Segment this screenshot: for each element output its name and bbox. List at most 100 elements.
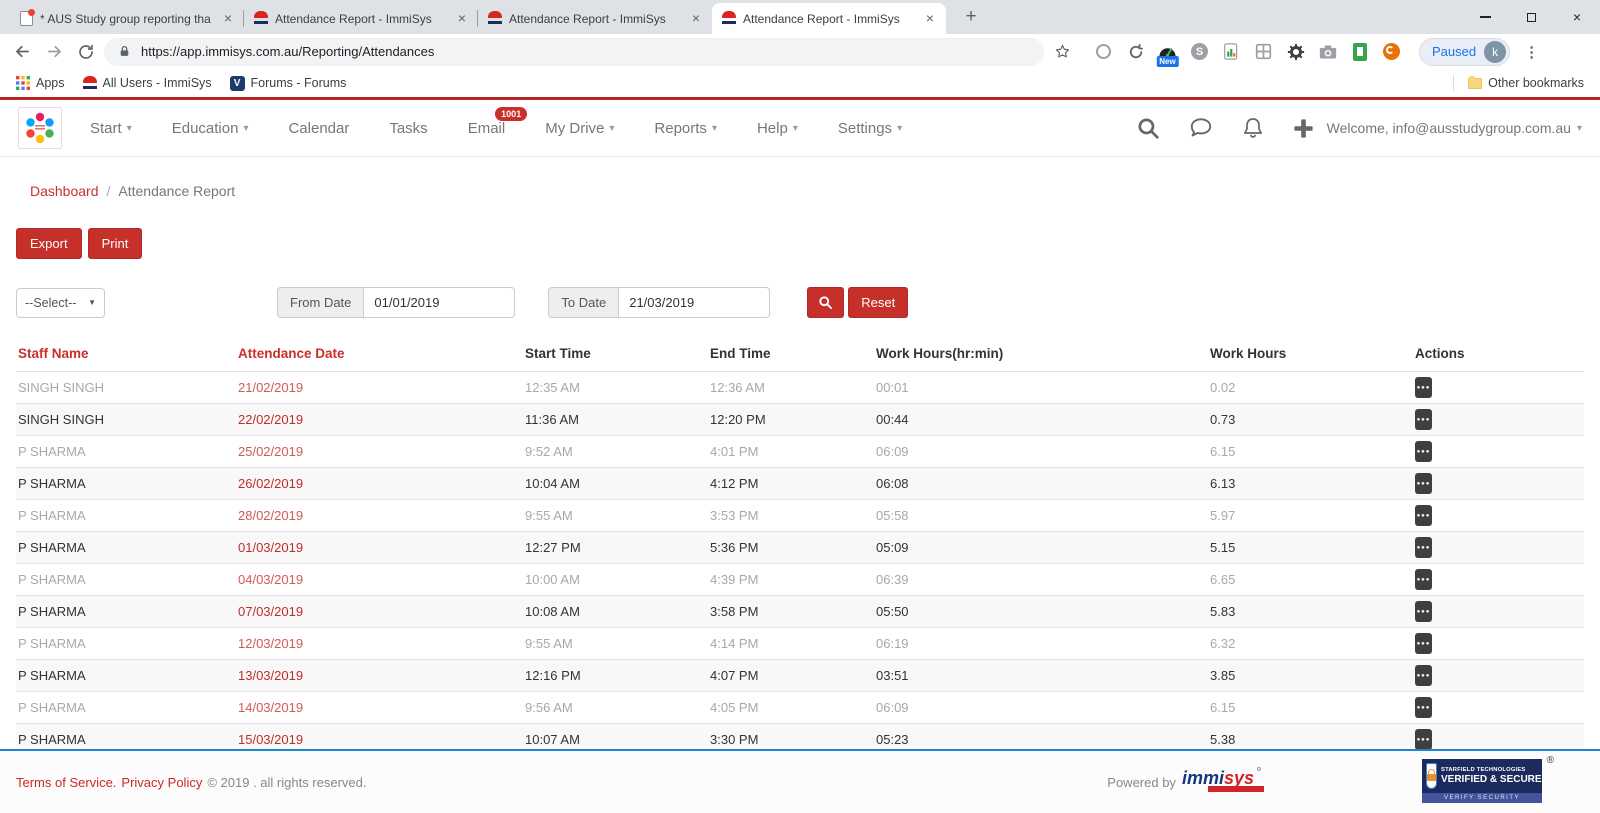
bell-icon[interactable] [1241, 115, 1265, 141]
end-time-cell: 12:20 PM [708, 404, 874, 436]
browser-tab-1[interactable]: * AUS Study group reporting tha × [10, 3, 244, 34]
row-actions-button[interactable]: ●●● [1415, 601, 1432, 622]
work-hours-hrmin-cell: 06:19 [874, 628, 1208, 660]
header-attendance-date[interactable]: Attendance Date [236, 340, 523, 372]
verified-secured-seal[interactable]: ® STARFIELD TECHNOLOGIES VERIFIED & SECU… [1422, 759, 1542, 803]
print-button[interactable]: Print [88, 228, 143, 259]
row-actions-button[interactable]: ●●● [1415, 537, 1432, 558]
nav-item-tasks[interactable]: Tasks [389, 120, 427, 137]
row-actions-button[interactable]: ●●● [1415, 505, 1432, 526]
ellipsis-icon: ●●● [1417, 545, 1431, 551]
web-clipper-extension-icon[interactable] [1222, 42, 1241, 61]
staff-select-dropdown[interactable]: --Select-- ▼ [16, 288, 105, 318]
seal-verify-security: VERIFY SECURITY [1422, 793, 1542, 803]
row-actions-button[interactable]: ●●● [1415, 697, 1432, 718]
camera-extension-icon[interactable] [1318, 42, 1337, 61]
forward-button[interactable] [40, 38, 68, 66]
actions-cell: ●●● [1413, 692, 1584, 724]
gear-extension-icon[interactable] [1286, 42, 1305, 61]
ellipsis-icon: ●●● [1417, 449, 1431, 455]
nav-item-email[interactable]: 1001 Email [468, 120, 506, 137]
reset-button[interactable]: Reset [848, 287, 908, 318]
table-row: P SHARMA12/03/20199:55 AM4:14 PM06:196.3… [16, 628, 1584, 660]
new-tab-button[interactable]: + [958, 6, 984, 28]
row-actions-button[interactable]: ●●● [1415, 473, 1432, 494]
nav-item-calendar[interactable]: Calendar [288, 120, 349, 137]
search-icon[interactable] [1136, 116, 1161, 141]
staff-name-cell: P SHARMA [16, 564, 236, 596]
chat-icon[interactable] [1188, 115, 1214, 141]
back-button[interactable] [8, 38, 36, 66]
work-hours-cell: 5.15 [1208, 532, 1413, 564]
row-actions-button[interactable]: ●●● [1415, 441, 1432, 462]
dropdown-arrow-icon: ▼ [88, 298, 96, 307]
tab-close-icon[interactable]: × [454, 11, 470, 27]
browser-tab-2[interactable]: Attendance Report - ImmiSys × [244, 3, 478, 34]
url-bar[interactable]: https://app.immisys.com.au/Reporting/Att… [104, 38, 1044, 66]
recycle-extension-icon[interactable] [1126, 42, 1145, 61]
plus-icon[interactable] [1292, 117, 1315, 140]
window-minimize-button[interactable] [1462, 0, 1508, 34]
browser-tab-4-active[interactable]: Attendance Report - ImmiSys × [712, 3, 946, 34]
grid-extension-icon[interactable] [1254, 42, 1273, 61]
row-actions-button[interactable]: ●●● [1415, 377, 1432, 398]
speed-gauge-extension-icon[interactable]: New [1158, 42, 1177, 61]
phone-extension-icon[interactable] [1350, 42, 1369, 61]
tab-close-icon[interactable]: × [688, 11, 704, 27]
row-actions-button[interactable]: ●●● [1415, 569, 1432, 590]
from-date-input[interactable] [363, 287, 515, 318]
nav-item-label: Email [468, 120, 506, 137]
nav-item-start[interactable]: Start ▾ [90, 120, 132, 137]
row-actions-button[interactable]: ●●● [1415, 633, 1432, 654]
other-bookmarks-button[interactable]: Other bookmarks [1462, 74, 1590, 92]
nav-item-settings[interactable]: Settings ▾ [838, 120, 902, 137]
end-time-cell: 4:12 PM [708, 468, 874, 500]
immisys-favicon [83, 76, 97, 91]
start-time-cell: 9:52 AM [523, 436, 708, 468]
nav-right-icons [1136, 115, 1315, 141]
tab-close-icon[interactable]: × [220, 11, 236, 27]
welcome-user-menu[interactable]: Welcome, info@ausstudygroup.com.au ▾ [1327, 120, 1582, 136]
nav-item-education[interactable]: Education ▾ [172, 120, 249, 137]
nav-item-reports[interactable]: Reports ▾ [654, 120, 717, 137]
ellipsis-icon: ●●● [1417, 641, 1431, 647]
refresh-button[interactable] [72, 38, 100, 66]
row-actions-button[interactable]: ●●● [1415, 409, 1432, 430]
to-date-input[interactable] [618, 287, 770, 318]
skype-extension-icon[interactable]: S [1190, 42, 1209, 61]
circle-extension-icon[interactable] [1094, 42, 1113, 61]
orange-extension-icon[interactable] [1382, 42, 1401, 61]
bookmark-star-button[interactable] [1048, 38, 1076, 66]
staff-name-cell: P SHARMA [16, 436, 236, 468]
terms-of-service-link[interactable]: Terms of Service. [16, 775, 116, 790]
actions-cell: ●●● [1413, 500, 1584, 532]
nav-item-my-drive[interactable]: My Drive ▾ [545, 120, 614, 137]
table-row: P SHARMA14/03/20199:56 AM4:05 PM06:096.1… [16, 692, 1584, 724]
export-button[interactable]: Export [16, 228, 82, 259]
aus-study-group-logo[interactable] [18, 107, 62, 149]
attendance-date-cell: 04/03/2019 [236, 564, 523, 596]
bookmark-apps[interactable]: Apps [10, 74, 71, 92]
staff-name-cell: P SHARMA [16, 500, 236, 532]
browser-profile-button[interactable]: Paused k [1419, 38, 1510, 66]
work-hours-hrmin-cell: 06:09 [874, 436, 1208, 468]
row-actions-button[interactable]: ●●● [1415, 729, 1432, 750]
window-close-button[interactable]: × [1554, 0, 1600, 34]
search-button[interactable] [807, 287, 844, 318]
tab-close-icon[interactable]: × [922, 11, 938, 27]
work-hours-hrmin-cell: 00:44 [874, 404, 1208, 436]
bookmark-forums[interactable]: V Forums - Forums [224, 74, 353, 93]
header-staff-name[interactable]: Staff Name [16, 340, 236, 372]
browser-tab-3[interactable]: Attendance Report - ImmiSys × [478, 3, 712, 34]
privacy-policy-link[interactable]: Privacy Policy [121, 775, 202, 790]
immisys-favicon [254, 11, 268, 26]
browser-menu-button[interactable]: ⋮ [1524, 43, 1539, 61]
email-count-badge: 1001 [495, 107, 527, 121]
breadcrumb-dashboard-link[interactable]: Dashboard [30, 183, 99, 199]
row-actions-button[interactable]: ●●● [1415, 665, 1432, 686]
bookmarks-divider [1453, 75, 1454, 91]
bookmark-all-users[interactable]: All Users - ImmiSys [77, 74, 218, 93]
window-restore-button[interactable] [1508, 0, 1554, 34]
nav-item-help[interactable]: Help ▾ [757, 120, 798, 137]
attendance-date-cell: 25/02/2019 [236, 436, 523, 468]
